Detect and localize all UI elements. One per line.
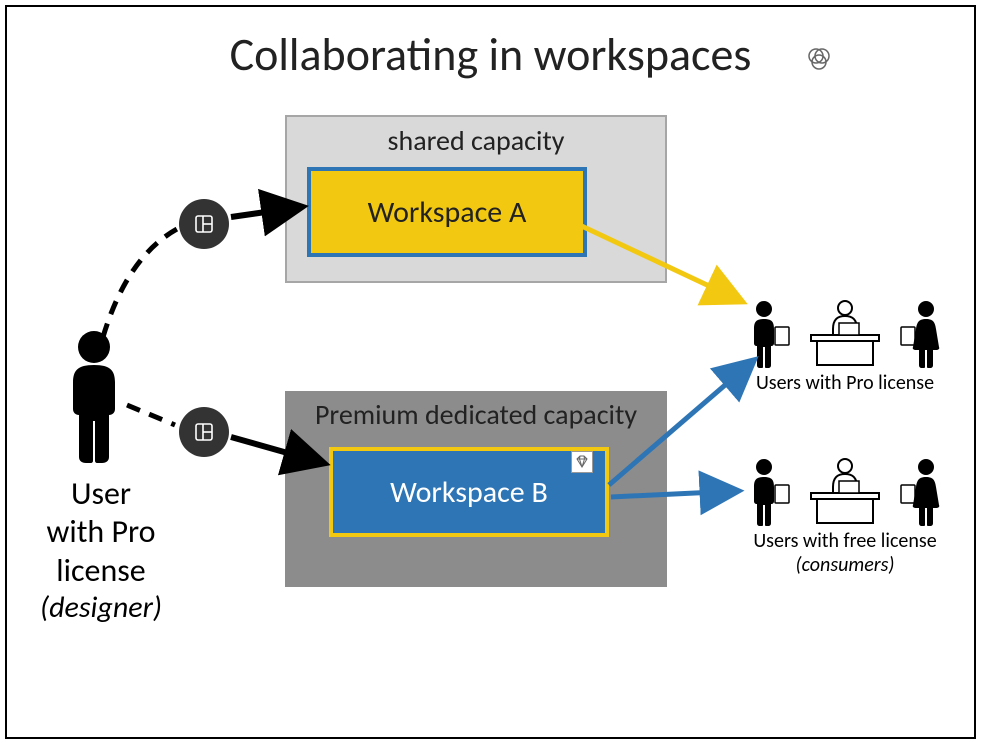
user-label: User with Pro license (designer) (17, 475, 185, 626)
person-icon (747, 457, 791, 527)
workspace-b-label: Workspace B (390, 474, 548, 511)
diamond-icon (571, 451, 593, 473)
users-free-icons (735, 453, 955, 527)
premium-capacity-label: Premium dedicated capacity (285, 397, 667, 432)
users-free-label: Users with free license (consumers) (735, 529, 955, 577)
venn-icon (805, 45, 833, 78)
desk-person-icon (803, 457, 887, 527)
title-text: Collaborating in workspaces (230, 27, 752, 83)
workspace-a-box: Workspace A (307, 167, 587, 257)
person-icon (747, 299, 791, 369)
workspace-b-box: Workspace B (329, 447, 609, 537)
user-label-line3: license (17, 552, 185, 590)
workspace-icon-bottom (179, 407, 229, 457)
users-free-label-text: Users with free license (753, 529, 936, 553)
workspace-icon-top (179, 199, 229, 249)
user-label-line1: User (17, 475, 185, 513)
user-label-line2: with Pro (17, 513, 185, 551)
users-pro-label: Users with Pro license (735, 371, 955, 395)
desk-person-icon (803, 299, 887, 369)
users-free-sublabel: (consumers) (796, 553, 895, 577)
shared-capacity-label: shared capacity (287, 123, 665, 158)
workspace-a-label: Workspace A (368, 194, 527, 231)
users-pro-icons (735, 295, 955, 369)
woman-icon (899, 299, 943, 369)
users-pro-group: Users with Pro license (735, 295, 955, 395)
users-free-group: Users with free license (consumers) (735, 453, 955, 577)
user-person-icon (49, 327, 139, 467)
woman-icon (899, 457, 943, 527)
diagram-frame: Collaborating in workspaces shared capac… (5, 5, 976, 739)
user-label-role: (designer) (17, 590, 185, 626)
